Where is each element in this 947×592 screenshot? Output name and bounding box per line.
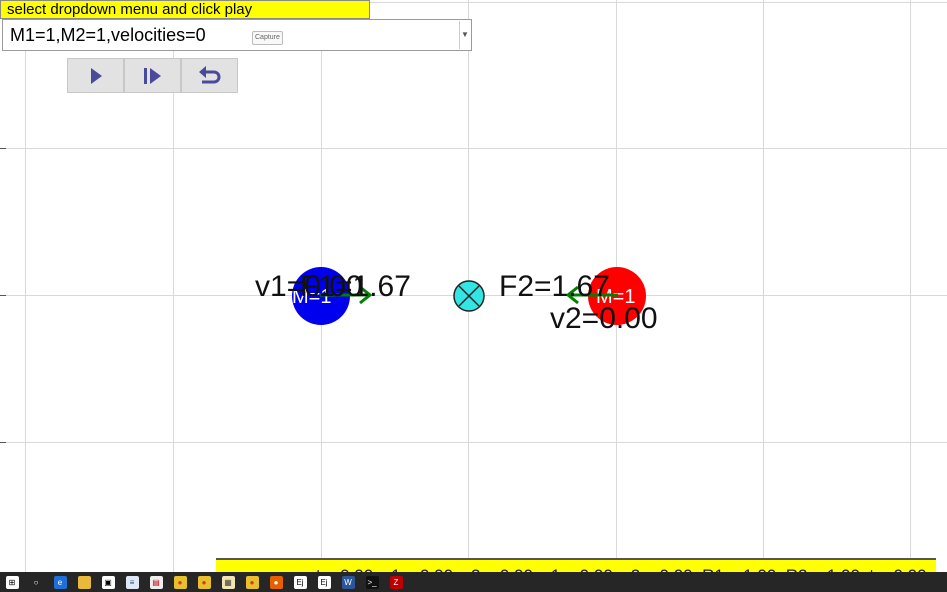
chrome-icon: ●	[197, 575, 211, 589]
ejs-icon: Ej	[293, 575, 307, 589]
grid-line	[763, 0, 764, 572]
pdf-icon: ▤	[149, 575, 163, 589]
taskbar-item[interactable]: Ej	[312, 572, 336, 592]
file-explorer-icon	[77, 575, 91, 589]
firefox-icon: ●	[269, 575, 283, 589]
word-icon: W	[341, 575, 355, 589]
document-icon: ≡	[125, 575, 139, 589]
edge-icon: e	[53, 575, 67, 589]
taskbar-item[interactable]: ○	[24, 572, 48, 592]
play-icon	[90, 67, 102, 84]
grid-line	[25, 0, 26, 572]
taskbar-item[interactable]: ●	[192, 572, 216, 592]
force-1-readout: F1=1.67	[300, 270, 411, 303]
store-icon: ▣	[101, 575, 115, 589]
reset-icon	[198, 65, 220, 83]
ejs-icon: Ej	[317, 575, 331, 589]
force-2-readout: F2=1.67	[499, 270, 610, 303]
chevron-down-icon[interactable]: ▼	[459, 21, 470, 49]
status-readout: t = 0.00, x1 = 0.00, x2 = 0.00, y1 = 0.0…	[216, 558, 936, 572]
step-forward-icon	[143, 67, 161, 84]
play-button[interactable]	[67, 58, 124, 93]
taskbar-item[interactable]: e	[48, 572, 72, 592]
filezilla-icon: Z	[389, 575, 403, 589]
windows-start-icon: ⊞	[5, 575, 19, 589]
windows-taskbar: ⊞ ○ e ▣ ≡ ▤ ● ● ▦ ● ● Ej Ej W >_ Z	[0, 572, 947, 592]
search-icon: ○	[33, 577, 39, 587]
grid-line	[0, 148, 947, 149]
taskbar-item[interactable]: ●	[168, 572, 192, 592]
taskbar-item[interactable]: >_	[360, 572, 384, 592]
capture-button[interactable]: Capture	[252, 31, 283, 45]
taskbar-item[interactable]: ●	[240, 572, 264, 592]
taskbar-item[interactable]: ▤	[144, 572, 168, 592]
taskbar-item[interactable]: W	[336, 572, 360, 592]
taskbar-item[interactable]: ●	[264, 572, 288, 592]
velocity-2-readout: v2=0.00	[550, 302, 658, 335]
axis-tick	[0, 442, 6, 443]
taskbar-item[interactable]: Z	[384, 572, 408, 592]
axis-tick	[0, 148, 6, 149]
center-of-mass-marker	[453, 280, 485, 312]
taskbar-item[interactable]: Ej	[288, 572, 312, 592]
taskbar-item[interactable]	[72, 572, 96, 592]
scenario-selected-value: M1=1,M2=1,velocities=0	[10, 25, 206, 45]
scenario-dropdown[interactable]: M1=1,M2=1,velocities=0 Capture ▼	[2, 19, 472, 51]
terminal-icon: >_	[365, 575, 379, 589]
grid-line	[910, 0, 911, 572]
playback-toolbar	[67, 58, 238, 93]
chrome-icon: ●	[173, 575, 187, 589]
taskbar-item[interactable]: ▣	[96, 572, 120, 592]
taskbar-item[interactable]: ⊞	[0, 572, 24, 592]
reset-button[interactable]	[181, 58, 238, 93]
taskbar-item[interactable]: ≡	[120, 572, 144, 592]
grid-line	[0, 442, 947, 443]
notes-icon: ▦	[221, 575, 235, 589]
taskbar-item[interactable]: ▦	[216, 572, 240, 592]
axis-tick	[0, 295, 6, 296]
step-forward-button[interactable]	[124, 58, 181, 93]
instruction-banner: select dropdown menu and click play	[0, 0, 370, 19]
chrome-icon: ●	[245, 575, 259, 589]
